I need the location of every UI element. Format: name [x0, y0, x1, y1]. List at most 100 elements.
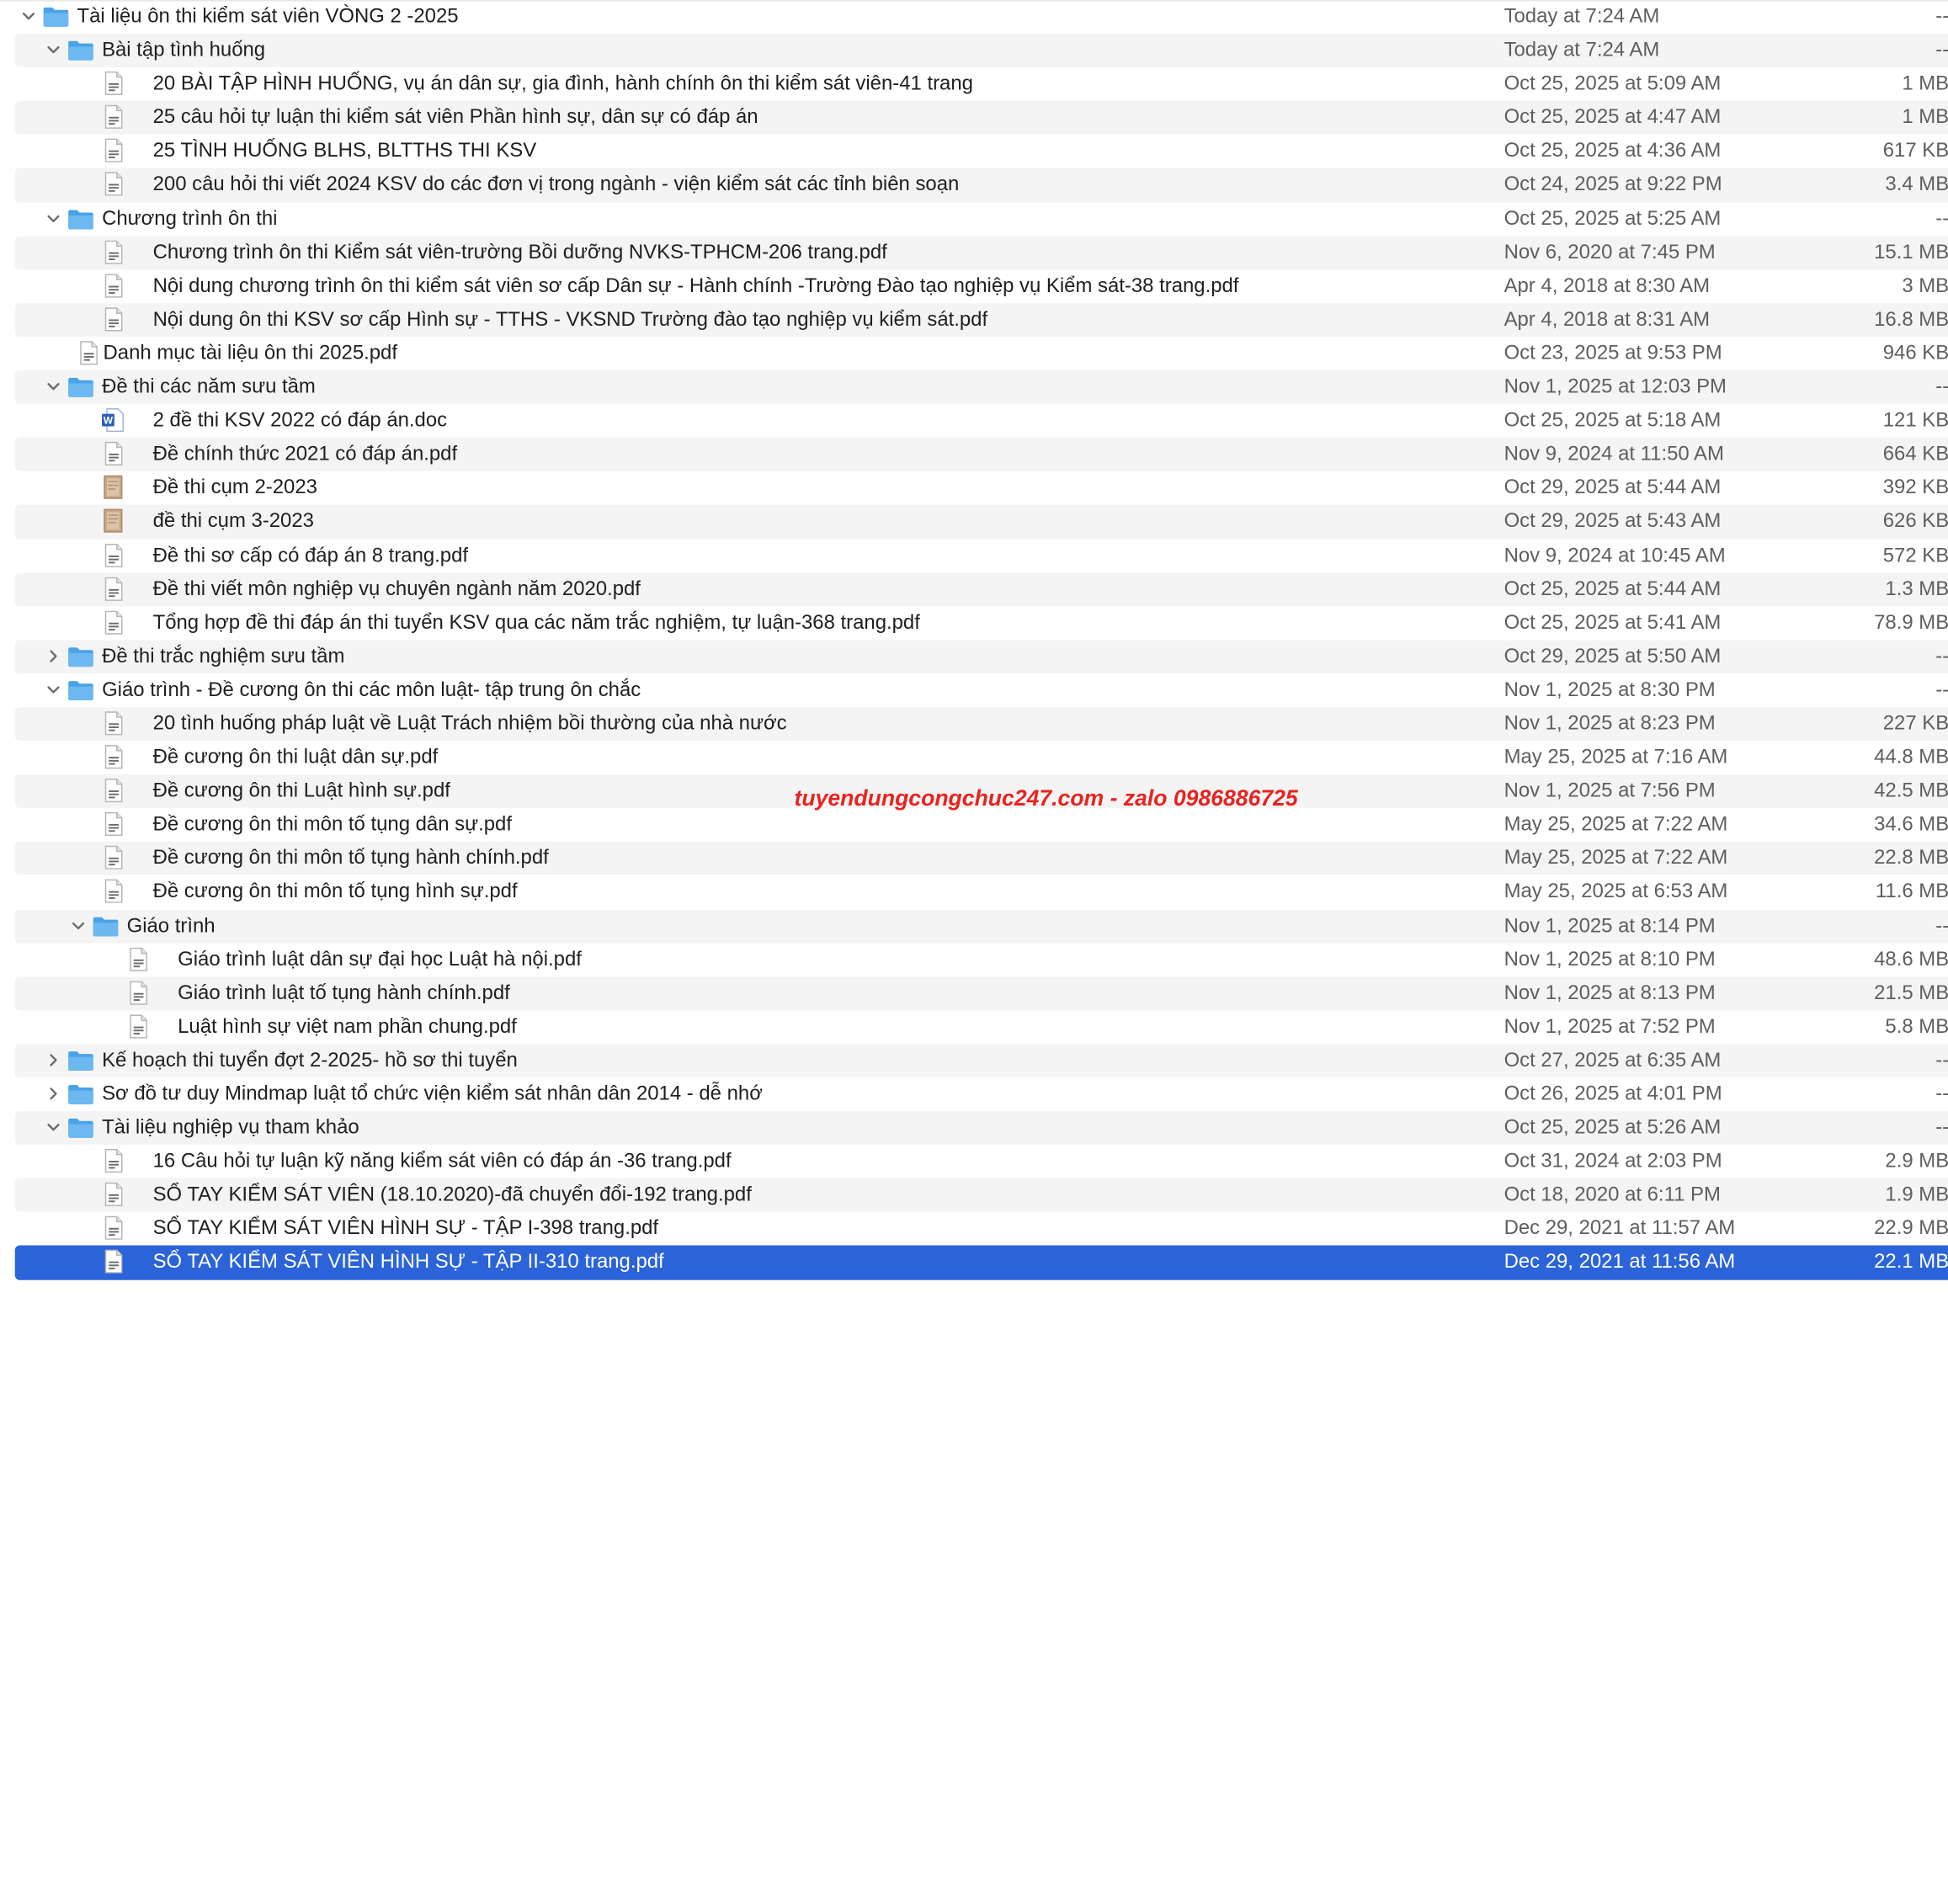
file-size: --	[1935, 1049, 1948, 1072]
chevron-down-icon[interactable]	[46, 682, 61, 697]
file-size: 42.5 MB	[1874, 779, 1948, 802]
file-row[interactable]: Nội dung chương trình ôn thi kiểm sát vi…	[0, 269, 1948, 303]
file-row[interactable]: 20 BÀI TẬP HÌNH HUỐNG, vụ án dân sự, gia…	[0, 67, 1948, 101]
folder-row[interactable]: Giáo trình Nov 1, 2025 at 8:14 PM --	[0, 909, 1948, 944]
file-row[interactable]: Luật hình sự việt nam phần chung.pdf Nov …	[0, 1010, 1948, 1044]
file-size: 21.5 MB	[1874, 981, 1948, 1004]
date-modified: Oct 29, 2025 at 5:50 AM	[1504, 644, 1722, 667]
file-row[interactable]: Đề cương ôn thi môn tố tụng hành chính.p…	[0, 842, 1948, 876]
folder-row[interactable]: Giáo trình - Đề cương ôn thi các môn luậ…	[0, 673, 1948, 707]
file-row[interactable]: Đề thi cụm 2-2023 Oct 29, 2025 at 5:44 AM…	[0, 471, 1948, 505]
item-name: Giáo trình - Đề cương ôn thi các môn luậ…	[102, 678, 641, 701]
folder-icon	[67, 644, 94, 669]
file-row[interactable]: Đề thi sơ cấp có đáp án 8 trang.pdf Nov 9…	[0, 539, 1948, 572]
item-name: Đề thi sơ cấp có đáp án 8 trang.pdf	[152, 543, 469, 566]
file-row[interactable]: SỔ TAY KIỂM SÁT VIÊN (18.10.2020)-đã chu…	[0, 1178, 1948, 1213]
folder-row[interactable]: Chương trình ôn thi Oct 25, 2025 at 5:25 …	[0, 202, 1948, 236]
chevron-down-icon[interactable]	[46, 1120, 61, 1135]
date-modified: Dec 29, 2021 at 11:56 AM	[1504, 1251, 1736, 1274]
chevron-right-icon[interactable]	[46, 1086, 61, 1101]
pdf-file-icon	[99, 172, 126, 197]
folder-row[interactable]: Đề thi các năm sưu tầm Nov 1, 2025 at 12:…	[0, 370, 1948, 405]
file-row[interactable]: 25 TÌNH HUỐNG BLHS, BLTTHS THI KSV Oct 25…	[0, 135, 1948, 168]
date-modified: Nov 1, 2025 at 8:13 PM	[1504, 981, 1716, 1004]
file-row[interactable]: Giáo trình luật tố tụng hành chính.pdf No…	[0, 976, 1948, 1011]
file-row[interactable]: Đề chính thức 2021 có đáp án.pdf Nov 9, 2…	[0, 438, 1948, 472]
folder-row[interactable]: Kế hoạch thi tuyển đợt 2-2025- hồ sơ thi…	[0, 1044, 1948, 1078]
file-row[interactable]: Danh mục tài liệu ôn thi 2025.pdf Oct 23,…	[0, 337, 1948, 370]
chevron-down-icon[interactable]	[46, 210, 61, 226]
file-row[interactable]: SỔ TAY KIỂM SÁT VIÊN HÌNH SỰ - TẬP II-31…	[0, 1246, 1948, 1280]
item-name: Đề cương ôn thi môn tố tụng dân sự.pdf	[152, 813, 512, 836]
file-size: --	[1935, 4, 1948, 28]
date-modified: Oct 29, 2025 at 5:44 AM	[1504, 476, 1722, 499]
item-name: 20 BÀI TẬP HÌNH HUỐNG, vụ án dân sự, gia…	[152, 72, 973, 95]
file-row[interactable]: 16 Câu hỏi tự luận kỹ năng kiểm sát viên…	[0, 1145, 1948, 1178]
folder-row[interactable]: Đề thi trắc nghiệm sưu tầm Oct 29, 2025 a…	[0, 640, 1948, 674]
file-row[interactable]: Tổng hợp đề thi đáp án thi tuyển KSV qua…	[0, 606, 1948, 640]
date-modified: Oct 25, 2025 at 5:44 AM	[1504, 577, 1722, 600]
date-modified: Nov 1, 2025 at 7:52 PM	[1504, 1015, 1716, 1038]
folder-row[interactable]: Tài liệu nghiệp vụ tham khảo Oct 25, 2025…	[0, 1111, 1948, 1146]
chevron-down-icon[interactable]	[46, 379, 61, 394]
file-size: 16.8 MB	[1874, 307, 1948, 331]
date-modified: Oct 25, 2025 at 4:36 AM	[1504, 139, 1722, 162]
pdf-file-icon	[99, 306, 126, 332]
file-row[interactable]: 200 câu hỏi thi viết 2024 KSV do các đơn…	[0, 168, 1948, 203]
chevron-down-icon[interactable]	[71, 917, 86, 933]
file-size: 22.8 MB	[1874, 847, 1948, 870]
file-row[interactable]: Nội dung ôn thi KSV sơ cấp Hình sự - TTH…	[0, 303, 1948, 338]
item-name: Kế hoạch thi tuyển đợt 2-2025- hồ sơ thi…	[102, 1049, 518, 1072]
chevron-down-icon[interactable]	[46, 42, 61, 57]
folder-icon	[67, 205, 94, 231]
item-name: 25 câu hỏi tự luận thi kiểm sát viên Phầ…	[152, 105, 758, 129]
date-modified: Oct 25, 2025 at 5:26 AM	[1504, 1116, 1722, 1139]
file-list: Tài liệu ôn thi kiểm sát viên VÒNG 2 -20…	[0, 0, 1948, 1904]
item-name: Tài liệu ôn thi kiểm sát viên VÒNG 2 -20…	[77, 4, 459, 28]
item-name: Đề thi trắc nghiệm sưu tầm	[102, 644, 345, 667]
folder-row[interactable]: Sơ đồ tư duy Mindmap luật tổ chức viện k…	[0, 1077, 1948, 1111]
pdf-file-icon	[99, 71, 126, 96]
file-size: --	[1935, 375, 1948, 398]
pdf-file-icon	[99, 880, 126, 905]
date-modified: Oct 25, 2025 at 5:41 AM	[1504, 610, 1722, 634]
item-name: SỔ TAY KIỂM SÁT VIÊN HÌNH SỰ - TẬP I-398…	[152, 1217, 659, 1240]
item-name: Nội dung ôn thi KSV sơ cấp Hình sự - TTH…	[152, 307, 988, 331]
item-name: Đề cương ôn thi luật dân sự.pdf	[152, 745, 439, 769]
folder-icon	[67, 1082, 94, 1107]
file-row[interactable]: đề thi cụm 3-2023 Oct 29, 2025 at 5:43 AM…	[0, 505, 1948, 540]
file-row[interactable]: 20 tình huống pháp luật về Luật Trách nh…	[0, 707, 1948, 742]
item-name: Đề cương ôn thi môn tố tụng hình sự.pdf	[152, 880, 518, 903]
date-modified: May 25, 2025 at 7:22 AM	[1504, 813, 1728, 836]
folder-row[interactable]: Bài tập tình huống Today at 7:24 AM --	[0, 34, 1948, 68]
pdf-file-icon	[125, 1014, 152, 1040]
image-file-icon	[99, 508, 126, 534]
file-size: --	[1935, 1082, 1948, 1105]
file-row[interactable]: Đề cương ôn thi môn tố tụng dân sự.pdf Ma…	[0, 808, 1948, 842]
chevron-right-icon[interactable]	[46, 648, 61, 663]
file-size: 2.9 MB	[1885, 1150, 1948, 1173]
file-size: 121 KB	[1882, 408, 1948, 432]
pdf-file-icon	[99, 1216, 126, 1242]
file-size: 3.4 MB	[1885, 173, 1948, 196]
file-row[interactable]: Đề cương ôn thi môn tố tụng hình sự.pdf M…	[0, 875, 1948, 909]
file-row[interactable]: Đề cương ôn thi luật dân sự.pdf May 25, 2…	[0, 741, 1948, 774]
file-row[interactable]: W 2 đề thi KSV 2022 có đáp án.doc Oct 25, …	[0, 404, 1948, 438]
folder-icon	[92, 913, 119, 939]
chevron-right-icon[interactable]	[46, 1052, 61, 1067]
date-modified: Oct 29, 2025 at 5:43 AM	[1504, 509, 1722, 533]
file-row[interactable]: 25 câu hỏi tự luận thi kiểm sát viên Phầ…	[0, 101, 1948, 136]
date-modified: Nov 1, 2025 at 8:30 PM	[1504, 678, 1716, 701]
file-size: 22.9 MB	[1874, 1217, 1948, 1240]
item-name: 20 tình huống pháp luật về Luật Trách nh…	[152, 711, 787, 735]
date-modified: Today at 7:24 AM	[1504, 38, 1660, 61]
folder-row[interactable]: Tài liệu ôn thi kiểm sát viên VÒNG 2 -20…	[0, 0, 1948, 34]
file-list-rows: Tài liệu ôn thi kiểm sát viên VÒNG 2 -20…	[0, 0, 1948, 1280]
file-row[interactable]: Giáo trình luật dân sự đại học Luật hà n…	[0, 943, 1948, 976]
file-row[interactable]: Chương trình ôn thi Kiểm sát viên-trường…	[0, 236, 1948, 270]
file-row[interactable]: Đề thi viết môn nghiệp vụ chuyên ngành n…	[0, 572, 1948, 607]
file-row[interactable]: SỔ TAY KIỂM SÁT VIÊN HÌNH SỰ - TẬP I-398…	[0, 1212, 1948, 1246]
date-modified: May 25, 2025 at 6:53 AM	[1504, 880, 1728, 903]
pdf-file-icon	[99, 1250, 126, 1275]
chevron-down-icon[interactable]	[21, 8, 36, 24]
